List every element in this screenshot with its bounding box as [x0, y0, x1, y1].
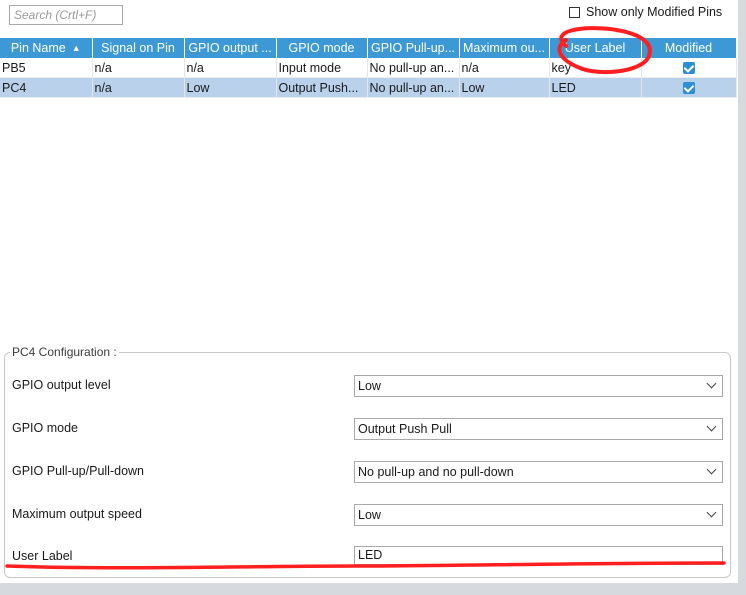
column-header-signal[interactable]: Signal on Pin: [92, 38, 185, 58]
gpio-output-level-select[interactable]: Low: [354, 375, 723, 397]
cell-output: Low: [184, 77, 277, 98]
max-speed-select[interactable]: Low: [354, 504, 723, 526]
cell-output: n/a: [184, 58, 277, 78]
cell-signal: n/a: [92, 58, 185, 78]
table-header-row: Pin Name ▲ Signal on Pin GPIO output ... …: [0, 38, 737, 58]
gpio-output-level-label: GPIO output level: [12, 378, 111, 392]
cell-speed: n/a: [459, 58, 550, 78]
cell-pull: No pull-up an...: [367, 77, 460, 98]
cell-modified: [641, 77, 737, 98]
cell-mode: Input mode: [276, 58, 368, 78]
user-label-input[interactable]: LED: [354, 546, 723, 565]
modified-check-icon: [682, 82, 695, 95]
max-speed-label: Maximum output speed: [12, 507, 142, 521]
gpio-pull-value: No pull-up and no pull-down: [358, 465, 514, 479]
config-title: PC4 Configuration :: [10, 345, 119, 359]
gpio-mode-label: GPIO mode: [12, 421, 78, 435]
chevron-down-icon[interactable]: [706, 378, 717, 389]
cell-signal: n/a: [92, 77, 185, 98]
table-row[interactable]: PC4 n/a Low Output Push... No pull-up an…: [0, 77, 737, 98]
column-header-gpio-output[interactable]: GPIO output ...: [184, 38, 277, 58]
gpio-output-level-value: Low: [358, 379, 381, 393]
column-header-user-label[interactable]: User Label: [549, 38, 642, 58]
sort-ascending-icon[interactable]: ▲: [72, 43, 81, 53]
cell-pin: PC4: [0, 77, 93, 98]
chevron-down-icon[interactable]: [706, 507, 717, 518]
cell-pull: No pull-up an...: [367, 58, 460, 78]
max-speed-value: Low: [358, 508, 381, 522]
cell-pin: PB5: [0, 58, 93, 78]
table-row[interactable]: PB5 n/a n/a Input mode No pull-up an... …: [0, 58, 737, 78]
cell-user-label: key: [549, 58, 642, 78]
column-header-pin-name[interactable]: Pin Name ▲: [0, 38, 93, 58]
cell-speed: Low: [459, 77, 550, 98]
pin-config-group: PC4 Configuration : GPIO output level Lo…: [4, 345, 731, 578]
show-only-modified-label: Show only Modified Pins: [586, 5, 723, 19]
gpio-pull-select[interactable]: No pull-up and no pull-down: [354, 461, 723, 483]
show-only-modified-toggle[interactable]: Show only Modified Pins: [569, 5, 722, 19]
column-header-pull[interactable]: GPIO Pull-up...: [367, 38, 460, 58]
search-input[interactable]: [9, 5, 123, 25]
chevron-down-icon[interactable]: [706, 464, 717, 475]
pin-configuration-panel: Show only Modified Pins Pin Name▲ Signal…: [0, 0, 738, 595]
column-header-gpio-mode[interactable]: GPIO mode: [276, 38, 368, 58]
user-label-label: User Label: [12, 549, 73, 563]
cell-mode: Output Push...: [276, 77, 368, 98]
gpio-pull-label: GPIO Pull-up/Pull-down: [12, 464, 145, 478]
window-edge-bottom: [0, 583, 746, 595]
cell-modified: [641, 58, 737, 78]
pins-table: Pin Name ▲ Signal on Pin GPIO output ... …: [0, 38, 737, 98]
modified-check-icon: [682, 62, 695, 75]
cell-user-label: LED: [549, 77, 642, 98]
column-header-max-speed[interactable]: Maximum ou...: [459, 38, 550, 58]
show-only-modified-checkbox[interactable]: [569, 6, 580, 18]
gpio-mode-value: Output Push Pull: [358, 422, 452, 436]
column-header-modified[interactable]: Modified: [641, 38, 737, 58]
gpio-mode-select[interactable]: Output Push Pull: [354, 418, 723, 440]
window-edge-right: [738, 0, 746, 595]
chevron-down-icon[interactable]: [706, 421, 717, 432]
